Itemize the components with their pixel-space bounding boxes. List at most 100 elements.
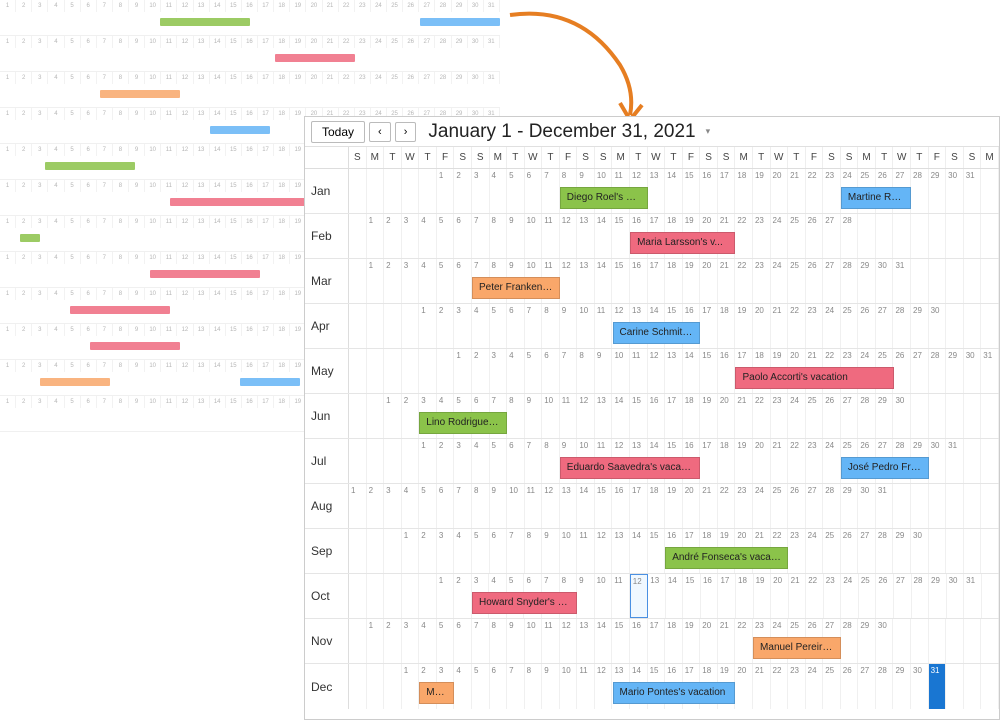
day-cell[interactable]: 28 — [858, 394, 876, 438]
day-cell[interactable]: 29 — [876, 394, 894, 438]
day-cell[interactable]: 26 — [858, 304, 876, 348]
day-cell[interactable]: 8 — [542, 439, 560, 483]
day-cell[interactable]: 13 — [577, 214, 595, 258]
day-cell[interactable]: 14 — [665, 169, 683, 213]
day-cell[interactable]: 5 — [472, 664, 490, 709]
day-cell[interactable]: 17 — [665, 394, 683, 438]
calendar-event[interactable]: Carine Schmitt's ... — [613, 322, 701, 344]
day-cell[interactable]: 16 — [630, 619, 648, 663]
day-cell[interactable]: 1 — [367, 619, 385, 663]
day-cell[interactable]: 10 — [560, 529, 578, 573]
day-cell[interactable]: 26 — [788, 484, 806, 528]
day-cell[interactable]: 19 — [683, 259, 701, 303]
calendar-event[interactable]: Maria Larsson's v... — [630, 232, 735, 254]
day-cell[interactable]: 27 — [823, 214, 841, 258]
day-cell[interactable]: 20 — [753, 304, 771, 348]
day-cell[interactable]: 1 — [437, 169, 455, 213]
day-cell[interactable]: 9 — [507, 214, 525, 258]
day-cell[interactable]: 20 — [700, 619, 718, 663]
day-cell[interactable]: 25 — [806, 394, 824, 438]
day-cell[interactable]: 29 — [893, 529, 911, 573]
day-cell[interactable]: 6 — [542, 349, 560, 393]
day-cell[interactable]: 23 — [771, 394, 789, 438]
today-button[interactable]: Today — [311, 121, 365, 143]
day-cell[interactable]: 22 — [735, 619, 753, 663]
day-cell[interactable]: 23 — [788, 529, 806, 573]
day-cell[interactable]: 23 — [806, 439, 824, 483]
day-cell[interactable]: 3 — [437, 529, 455, 573]
day-cell[interactable]: 23 — [788, 664, 806, 709]
day-cell[interactable]: 11 — [577, 664, 595, 709]
day-cell[interactable]: 4 — [454, 664, 472, 709]
day-cell[interactable]: 8 — [490, 214, 508, 258]
day-cell[interactable]: 6 — [490, 529, 508, 573]
day-cell[interactable]: 21 — [771, 439, 789, 483]
day-cell[interactable]: 31 — [981, 349, 999, 393]
day-cell[interactable]: 26 — [841, 529, 859, 573]
day-cell[interactable]: 1 — [367, 259, 385, 303]
day-cell[interactable]: 29 — [946, 349, 964, 393]
day-cell[interactable]: 27 — [894, 574, 912, 618]
day-cell[interactable]: 23 — [824, 574, 842, 618]
day-cell[interactable]: 27 — [858, 529, 876, 573]
day-cell[interactable]: 28 — [841, 259, 859, 303]
day-cell[interactable]: 26 — [893, 349, 911, 393]
day-cell[interactable]: 18 — [665, 619, 683, 663]
day-cell[interactable]: 18 — [736, 574, 754, 618]
calendar-event[interactable]: Manu... — [419, 682, 454, 704]
day-cell[interactable]: 10 — [595, 574, 613, 618]
day-cell[interactable]: 24 — [771, 214, 789, 258]
day-cell[interactable]: 18 — [683, 394, 701, 438]
day-cell[interactable]: 28 — [876, 664, 894, 709]
day-cell[interactable]: 9 — [542, 664, 560, 709]
day-cell[interactable]: 27 — [858, 664, 876, 709]
day-cell[interactable]: 14 — [595, 619, 613, 663]
day-cell[interactable]: 1 — [437, 574, 455, 618]
day-cell[interactable]: 6 — [454, 619, 472, 663]
day-cell[interactable]: 29 — [841, 484, 859, 528]
day-cell[interactable]: 1 — [367, 214, 385, 258]
day-cell[interactable]: 13 — [560, 484, 578, 528]
day-cell[interactable]: 22 — [788, 439, 806, 483]
day-cell[interactable]: 27 — [806, 484, 824, 528]
day-cell[interactable]: 24 — [806, 664, 824, 709]
day-cell[interactable]: 29 — [929, 169, 947, 213]
day-cell[interactable]: 9 — [490, 484, 508, 528]
day-cell[interactable]: 16 — [718, 349, 736, 393]
day-cell[interactable]: 4 — [490, 169, 508, 213]
day-cell[interactable]: 7 — [454, 484, 472, 528]
day-cell[interactable]: 29 — [893, 664, 911, 709]
day-cell[interactable]: 7 — [542, 169, 560, 213]
day-cell[interactable]: 30 — [876, 619, 894, 663]
day-cell[interactable]: 1 — [402, 664, 420, 709]
calendar-event[interactable]: Eduardo Saavedra's vacation — [560, 457, 701, 479]
day-cell[interactable]: 28 — [841, 619, 859, 663]
day-cell[interactable]: 15 — [700, 349, 718, 393]
day-cell[interactable]: 30 — [911, 664, 929, 709]
day-cell[interactable]: 5 — [507, 169, 525, 213]
day-cell[interactable]: 11 — [542, 214, 560, 258]
day-cell[interactable]: 13 — [665, 349, 683, 393]
day-cell[interactable]: 2 — [384, 619, 402, 663]
day-cell[interactable]: 7 — [472, 214, 490, 258]
day-cell[interactable]: 17 — [700, 439, 718, 483]
day-cell[interactable]: 4 — [419, 214, 437, 258]
day-cell[interactable]: 5 — [490, 439, 508, 483]
day-cell[interactable]: 22 — [718, 484, 736, 528]
day-cell[interactable]: 27 — [876, 304, 894, 348]
day-cell[interactable]: 20 — [718, 394, 736, 438]
day-cell[interactable]: 28 — [911, 169, 929, 213]
day-cell[interactable]: 11 — [542, 619, 560, 663]
day-cell[interactable]: 16 — [648, 394, 666, 438]
day-cell[interactable]: 17 — [718, 574, 736, 618]
day-cell[interactable]: 19 — [665, 484, 683, 528]
day-cell[interactable]: 15 — [683, 574, 701, 618]
day-cell[interactable]: 23 — [823, 169, 841, 213]
day-cell[interactable]: 14 — [595, 214, 613, 258]
day-cell[interactable]: 30 — [893, 394, 911, 438]
day-cell[interactable]: 7 — [472, 619, 490, 663]
day-cell[interactable]: 3 — [454, 304, 472, 348]
day-cell[interactable]: 22 — [771, 664, 789, 709]
day-cell[interactable]: 27 — [911, 349, 929, 393]
day-cell[interactable]: 25 — [788, 259, 806, 303]
